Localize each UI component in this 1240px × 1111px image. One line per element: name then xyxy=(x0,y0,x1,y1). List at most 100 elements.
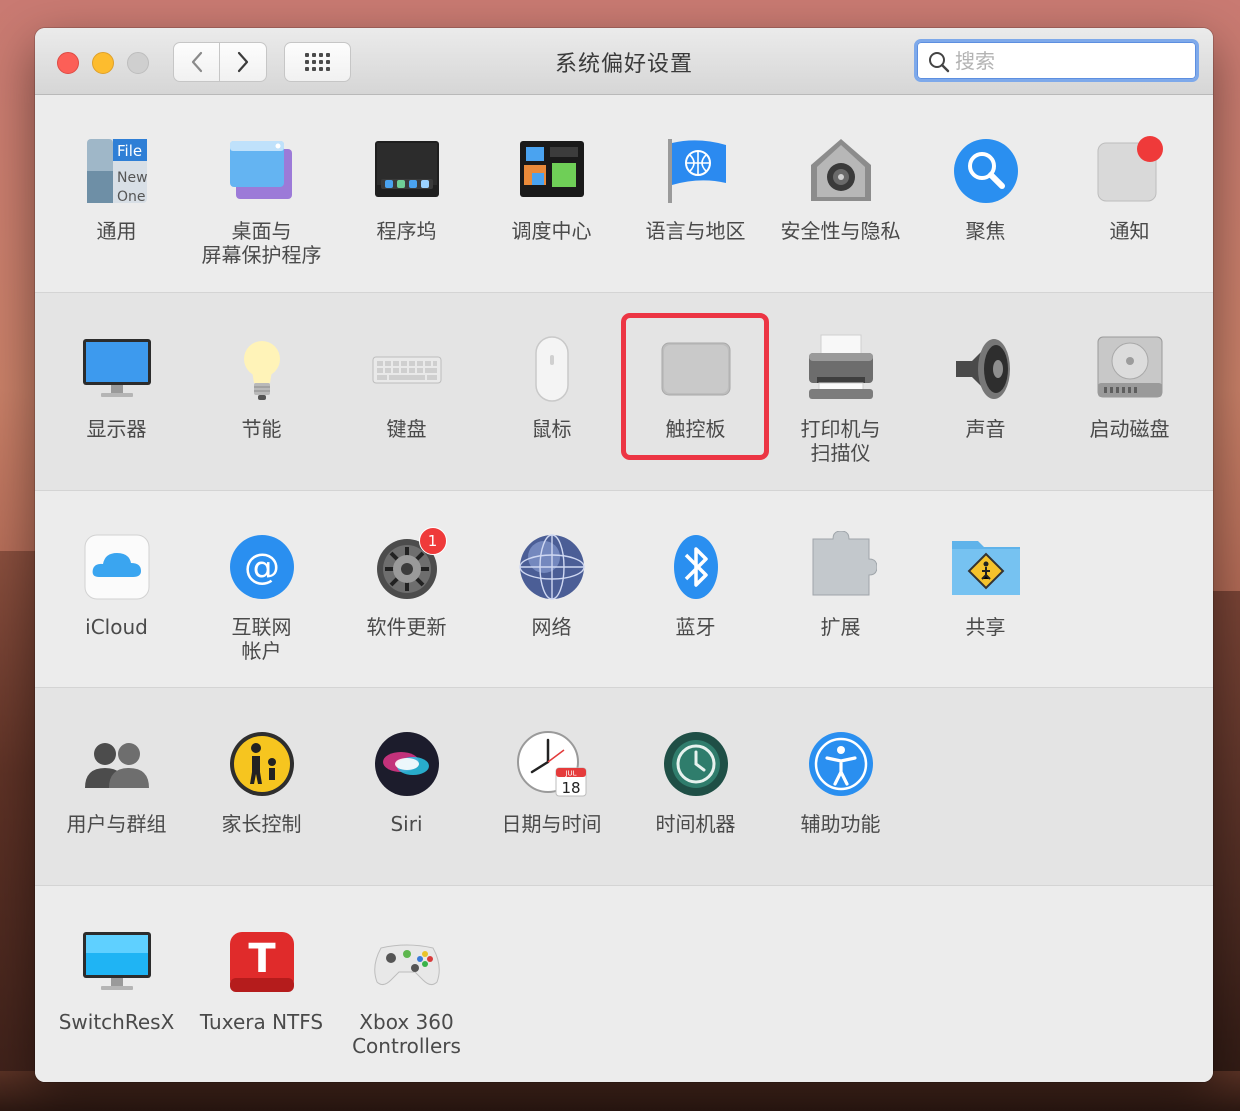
update-count-badge: 1 xyxy=(418,527,447,555)
pane-label-line: 互联网 xyxy=(231,615,292,639)
switchresx-icon xyxy=(81,926,153,998)
pane-label: 安全性与隐私 xyxy=(768,219,913,243)
pane-label-line: Xbox 360 xyxy=(359,1010,454,1034)
keyboard-icon xyxy=(371,333,443,405)
pane-datetime[interactable]: JUL 18 日期与时间 xyxy=(479,728,624,836)
pane-energy[interactable]: 节能 xyxy=(189,333,334,441)
siri-icon xyxy=(371,728,443,800)
dock-icon xyxy=(371,135,443,207)
pane-label-line: iCloud xyxy=(85,615,148,639)
accessibility-icon xyxy=(805,728,877,800)
pane-users[interactable]: 用户与群组 xyxy=(44,728,189,836)
pane-language[interactable]: 语言与地区 xyxy=(623,135,768,243)
pane-label-line: 语言与地区 xyxy=(645,219,746,243)
tuxera-ntfs-icon: T xyxy=(226,926,298,998)
general-icon: File New One xyxy=(81,135,153,207)
pane-label-line: 通用 xyxy=(96,219,137,243)
pane-mission[interactable]: 调度中心 xyxy=(479,135,624,243)
pane-label: 互联网 帐户 xyxy=(189,615,334,663)
pane-label-line: 扩展 xyxy=(820,615,861,639)
pane-notifications[interactable]: 通知 xyxy=(1057,135,1202,243)
pane-label-line: 打印机与 xyxy=(800,417,881,441)
pane-label: 网络 xyxy=(479,615,624,639)
pane-label: SwitchResX xyxy=(44,1010,189,1034)
pane-label: 鼠标 xyxy=(479,417,624,441)
svg-text:@: @ xyxy=(244,547,280,588)
trackpad-icon xyxy=(660,333,732,405)
pane-icloud[interactable]: iCloud xyxy=(44,531,189,639)
pane-spotlight[interactable]: 聚焦 xyxy=(913,135,1058,243)
security-privacy-icon xyxy=(805,135,877,207)
pane-label-line: 触控板 xyxy=(665,417,726,441)
pane-label: 触控板 xyxy=(623,417,768,441)
pane-label-line: 网络 xyxy=(531,615,572,639)
pane-label: Siri xyxy=(334,812,479,836)
pane-general[interactable]: File New One 通用 xyxy=(44,135,189,243)
svg-text:JUL: JUL xyxy=(564,770,576,778)
svg-text:File: File xyxy=(117,142,142,160)
pane-bluetooth[interactable]: 蓝牙 xyxy=(623,531,768,639)
pane-label: 声音 xyxy=(913,417,1058,441)
pane-label-line: 通知 xyxy=(1109,219,1150,243)
pane-label-line: 显示器 xyxy=(86,417,147,441)
pane-security[interactable]: 安全性与隐私 xyxy=(768,135,913,243)
pane-dock[interactable]: 程序坞 xyxy=(334,135,479,243)
pane-network[interactable]: 网络 xyxy=(479,531,624,639)
pane-desktop[interactable]: 桌面与 屏幕保护程序 xyxy=(189,135,334,267)
pane-label-line: 启动磁盘 xyxy=(1089,417,1170,441)
sharing-icon xyxy=(950,531,1022,603)
printer-scanner-icon xyxy=(805,333,877,405)
pane-label-line: 时间机器 xyxy=(655,812,736,836)
pane-label: 聚焦 xyxy=(913,219,1058,243)
pane-label: 桌面与 屏幕保护程序 xyxy=(189,219,334,267)
pane-sound[interactable]: 声音 xyxy=(913,333,1058,441)
pane-label-line: 键盘 xyxy=(386,417,427,441)
pane-mouse[interactable]: 鼠标 xyxy=(479,333,624,441)
pane-label: Xbox 360 Controllers xyxy=(334,1010,479,1058)
pane-switchresx[interactable]: SwitchResX xyxy=(44,926,189,1034)
pane-keyboard[interactable]: 键盘 xyxy=(334,333,479,441)
pane-label: 通用 xyxy=(44,219,189,243)
pane-label: 通知 xyxy=(1057,219,1202,243)
pane-accessibility[interactable]: 辅助功能 xyxy=(768,728,913,836)
pane-label-line: 帐户 xyxy=(241,639,282,663)
pane-sharing[interactable]: 共享 xyxy=(913,531,1058,639)
pane-timemachine[interactable]: 时间机器 xyxy=(623,728,768,836)
search-input[interactable] xyxy=(953,46,1187,76)
svg-text:One: One xyxy=(117,189,146,205)
pane-update[interactable]: 1 软件更新 xyxy=(334,527,479,639)
pane-displays[interactable]: 显示器 xyxy=(44,333,189,441)
pane-label-line: 节能 xyxy=(241,417,282,441)
svg-text:18: 18 xyxy=(561,779,580,797)
pane-printers[interactable]: 打印机与 扫描仪 xyxy=(768,333,913,465)
pane-label-line: Tuxera NTFS xyxy=(199,1010,324,1034)
desktop-screensaver-icon xyxy=(226,135,298,207)
pane-parental[interactable]: 家长控制 xyxy=(189,728,334,836)
pane-siri[interactable]: Siri xyxy=(334,728,479,836)
pane-label: 显示器 xyxy=(44,417,189,441)
pane-label: 扩展 xyxy=(768,615,913,639)
pane-label: Tuxera NTFS xyxy=(189,1010,334,1034)
pane-label: 家长控制 xyxy=(189,812,334,836)
pane-label-line: 程序坞 xyxy=(376,219,437,243)
pane-internet[interactable]: @ 互联网 帐户 xyxy=(189,531,334,663)
pane-startup[interactable]: 启动磁盘 xyxy=(1057,333,1202,441)
search-field[interactable] xyxy=(914,39,1199,82)
pane-label-line: 屏幕保护程序 xyxy=(201,243,322,267)
pane-extensions[interactable]: 扩展 xyxy=(768,530,913,639)
pane-label-line: 家长控制 xyxy=(221,812,302,836)
pane-label: 时间机器 xyxy=(623,812,768,836)
pane-label-line: SwitchResX xyxy=(58,1010,175,1034)
bluetooth-icon xyxy=(660,531,732,603)
pane-label: 打印机与 扫描仪 xyxy=(768,417,913,465)
pane-xbox[interactable]: Xbox 360 Controllers xyxy=(334,926,479,1058)
pane-trackpad[interactable]: 触控板 xyxy=(623,333,768,441)
pane-label: 程序坞 xyxy=(334,219,479,243)
startup-disk-icon xyxy=(1094,333,1166,405)
pane-tuxera[interactable]: T Tuxera NTFS xyxy=(189,926,334,1034)
pane-label-line: 软件更新 xyxy=(366,615,447,639)
xbox-controller-icon xyxy=(371,926,443,998)
pane-label-line: 蓝牙 xyxy=(675,615,716,639)
notifications-icon xyxy=(1094,135,1166,207)
system-preferences-window: 系统偏好设置 File New One 通用 桌面与屏幕保护程序 xyxy=(35,28,1213,1082)
